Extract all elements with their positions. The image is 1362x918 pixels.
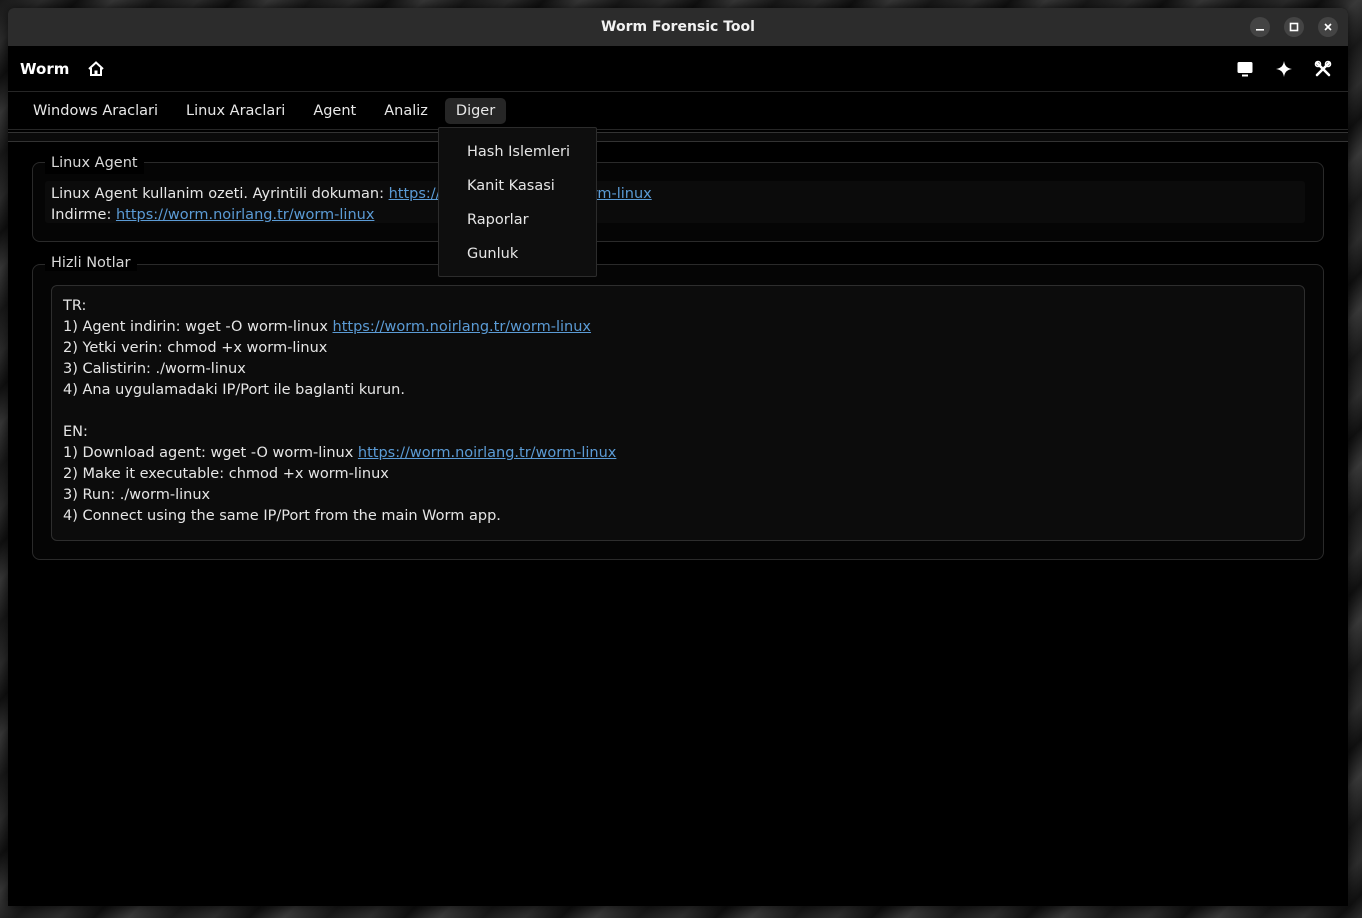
menu-agent[interactable]: Agent <box>302 98 367 124</box>
linux-agent-title: Linux Agent <box>45 153 144 174</box>
menu-item-hash-islemleri[interactable]: Hash Islemleri <box>439 138 596 172</box>
window-controls <box>1250 17 1338 37</box>
titlebar[interactable]: Worm Forensic Tool <box>8 8 1348 46</box>
tools-icon[interactable] <box>1312 58 1334 80</box>
download-text: Indirme: <box>51 207 116 223</box>
note-line <box>63 401 1293 422</box>
note-line: 2) Yetki verin: chmod +x worm-linux <box>63 340 328 356</box>
minimize-icon[interactable] <box>1250 17 1270 37</box>
quick-notes-group: Hizli Notlar TR: 1) Agent indirin: wget … <box>32 255 1324 560</box>
app-window: Worm Forensic Tool Worm Windows Araclari… <box>8 8 1348 906</box>
monitor-icon[interactable] <box>1234 58 1256 80</box>
menu-linux-araclari[interactable]: Linux Araclari <box>175 98 296 124</box>
main-content: Linux Agent Linux Agent kullanim ozeti. … <box>8 142 1348 560</box>
menu-windows-araclari[interactable]: Windows Araclari <box>22 98 169 124</box>
note-link[interactable]: https://worm.noirlang.tr/worm-linux <box>358 445 616 461</box>
close-icon[interactable] <box>1318 17 1338 37</box>
menu-analiz[interactable]: Analiz <box>373 98 439 124</box>
summary-row: Linux Agent kullanim ozeti. Ayrintili do… <box>51 184 1305 205</box>
note-link[interactable]: https://worm.noirlang.tr/worm-linux <box>333 319 591 335</box>
app-name: Worm <box>20 59 70 78</box>
toolbar: Worm <box>8 46 1348 92</box>
note-line: 4) Ana uygulamadaki IP/Port ile baglanti… <box>63 382 405 398</box>
notes-text-area[interactable]: TR: 1) Agent indirin: wget -O worm-linux… <box>51 285 1305 541</box>
note-line: EN: <box>63 424 88 440</box>
download-row: Indirme: https://worm.noirlang.tr/worm-l… <box>51 205 1305 226</box>
summary-text: Linux Agent kullanim ozeti. Ayrintili do… <box>51 186 389 202</box>
maximize-icon[interactable] <box>1284 17 1304 37</box>
window-title: Worm Forensic Tool <box>601 19 755 35</box>
note-line: 3) Calistirin: ./worm-linux <box>63 361 246 377</box>
menu-item-kanit-kasasi[interactable]: Kanit Kasasi <box>439 172 596 206</box>
linux-agent-group: Linux Agent Linux Agent kullanim ozeti. … <box>32 153 1324 242</box>
menu-item-raporlar[interactable]: Raporlar <box>439 206 596 240</box>
note-line: 2) Make it executable: chmod +x worm-lin… <box>63 466 389 482</box>
download-link[interactable]: https://worm.noirlang.tr/worm-linux <box>116 207 374 223</box>
tab-strip <box>8 132 1348 142</box>
note-line: 1) Agent indirin: wget -O worm-linux htt… <box>63 319 591 335</box>
note-line: 1) Download agent: wget -O worm-linux ht… <box>63 445 617 461</box>
quick-notes-title: Hizli Notlar <box>45 255 137 271</box>
note-line: 3) Run: ./worm-linux <box>63 487 211 503</box>
menu-diger[interactable]: Diger <box>444 97 507 124</box>
home-icon[interactable] <box>85 58 107 80</box>
note-line: 4) Connect using the same IP/Port from t… <box>63 508 501 524</box>
diger-dropdown-menu: Hash Islemleri Kanit Kasasi Raporlar Gun… <box>438 127 597 277</box>
menu-item-gunluk[interactable]: Gunluk <box>439 240 596 274</box>
menubar: Windows Araclari Linux Araclari Agent An… <box>8 92 1348 130</box>
toolbar-actions <box>1234 58 1334 80</box>
sparkle-icon[interactable] <box>1273 58 1295 80</box>
note-line: TR: <box>63 298 87 314</box>
